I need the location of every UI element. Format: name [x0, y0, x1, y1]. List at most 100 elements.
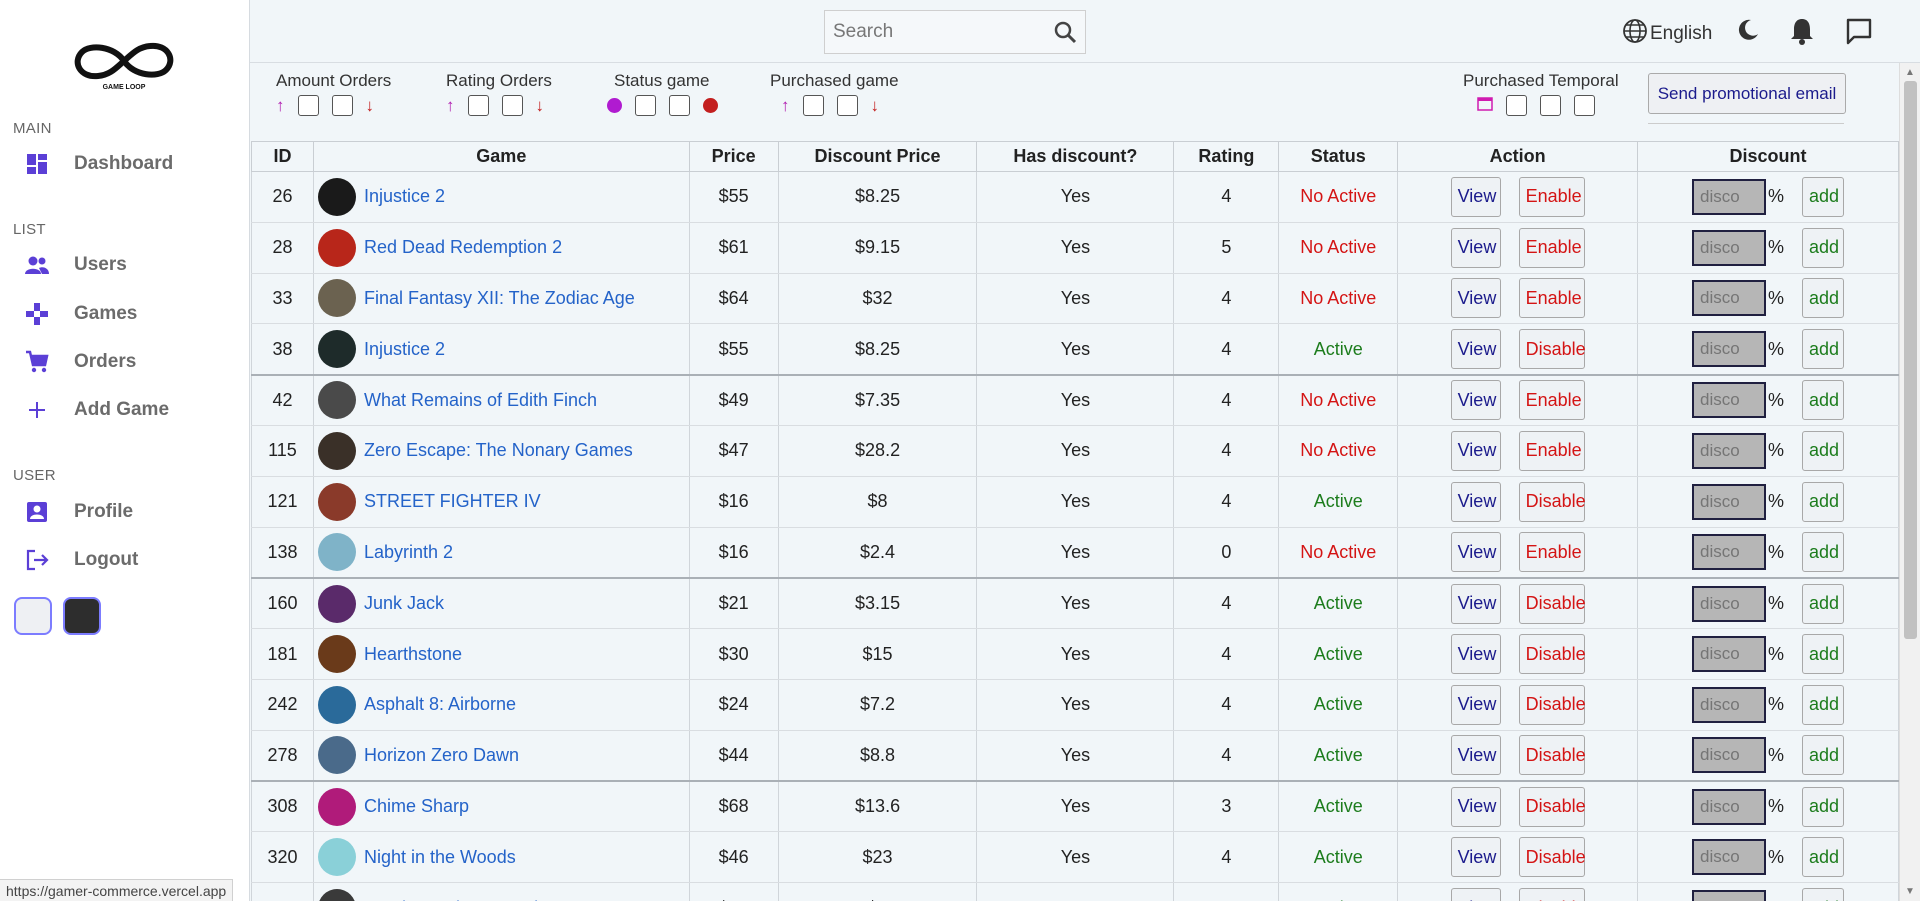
- discount-input[interactable]: [1692, 686, 1767, 723]
- game-link[interactable]: Asphalt 8: Airborne: [364, 694, 516, 715]
- sidebar-item-logout[interactable]: Logout: [24, 540, 138, 580]
- view-button[interactable]: View: [1450, 735, 1501, 776]
- sidebar-item-profile[interactable]: Profile: [24, 492, 133, 532]
- toggle-status-button[interactable]: Disable: [1518, 888, 1586, 901]
- game-link[interactable]: Zero Escape: The Nonary Games: [364, 440, 633, 461]
- add-discount-button[interactable]: add: [1802, 888, 1845, 901]
- send-promotional-email-button[interactable]: Send promotional email: [1648, 73, 1846, 114]
- toggle-status-button[interactable]: Enable: [1518, 380, 1585, 421]
- scroll-thumb[interactable]: [1904, 81, 1917, 639]
- checkbox[interactable]: [1574, 95, 1595, 116]
- discount-input[interactable]: [1692, 839, 1767, 876]
- view-button[interactable]: View: [1450, 583, 1501, 624]
- view-button[interactable]: View: [1450, 278, 1501, 319]
- toggle-status-button[interactable]: Disable: [1518, 786, 1586, 827]
- game-link[interactable]: Hearthstone: [364, 644, 462, 665]
- game-link[interactable]: STREET FIGHTER IV: [364, 491, 541, 512]
- toggle-status-button[interactable]: Disable: [1518, 735, 1586, 776]
- checkbox[interactable]: [669, 95, 690, 116]
- discount-input[interactable]: [1692, 178, 1767, 215]
- add-discount-button[interactable]: add: [1802, 735, 1845, 776]
- scroll-up-icon[interactable]: ▲: [1905, 67, 1915, 78]
- checkbox[interactable]: [802, 95, 824, 116]
- toggle-status-button[interactable]: Enable: [1518, 176, 1585, 217]
- checkbox[interactable]: [501, 95, 523, 116]
- toggle-status-button[interactable]: Disable: [1518, 837, 1586, 878]
- discount-input[interactable]: [1692, 331, 1767, 368]
- add-discount-button[interactable]: add: [1802, 430, 1845, 471]
- search-icon[interactable]: [1053, 20, 1077, 49]
- game-link[interactable]: Injustice 2: [364, 186, 445, 207]
- toggle-status-button[interactable]: Enable: [1518, 227, 1585, 268]
- view-button[interactable]: View: [1450, 430, 1501, 471]
- sidebar-item-orders[interactable]: Orders: [24, 342, 136, 382]
- sort-desc-icon[interactable]: ↓: [871, 96, 880, 116]
- sort-desc-icon[interactable]: ↓: [366, 96, 375, 116]
- view-button[interactable]: View: [1450, 329, 1501, 370]
- sidebar-item-games[interactable]: Games: [24, 294, 137, 334]
- game-link[interactable]: Death Road to Canada: [364, 898, 548, 901]
- checkbox[interactable]: [467, 95, 489, 116]
- game-link[interactable]: Red Dead Redemption 2: [364, 237, 562, 258]
- sidebar-item-users[interactable]: Users: [24, 245, 127, 285]
- view-button[interactable]: View: [1450, 837, 1501, 878]
- toggle-status-button[interactable]: Disable: [1518, 583, 1586, 624]
- discount-input[interactable]: [1692, 890, 1767, 901]
- discount-input[interactable]: [1692, 432, 1767, 469]
- discount-input[interactable]: [1692, 382, 1767, 419]
- game-link[interactable]: Final Fantasy XII: The Zodiac Age: [364, 288, 635, 309]
- sort-asc-icon[interactable]: ↑: [276, 96, 285, 116]
- add-discount-button[interactable]: add: [1802, 227, 1845, 268]
- view-button[interactable]: View: [1450, 481, 1501, 522]
- add-discount-button[interactable]: add: [1802, 481, 1845, 522]
- scroll-down-icon[interactable]: ▼: [1905, 886, 1915, 897]
- calendar-icon[interactable]: [1477, 95, 1493, 116]
- sidebar-item-add-game[interactable]: Add Game: [24, 390, 169, 430]
- toggle-status-button[interactable]: Enable: [1518, 278, 1585, 319]
- add-discount-button[interactable]: add: [1802, 786, 1845, 827]
- view-button[interactable]: View: [1450, 684, 1501, 725]
- view-button[interactable]: View: [1450, 634, 1501, 675]
- logo[interactable]: GAME LOOP: [62, 34, 186, 96]
- view-button[interactable]: View: [1450, 176, 1501, 217]
- add-discount-button[interactable]: add: [1802, 583, 1845, 624]
- game-link[interactable]: Labyrinth 2: [364, 542, 453, 563]
- view-button[interactable]: View: [1450, 786, 1501, 827]
- sort-desc-icon[interactable]: ↓: [536, 96, 545, 116]
- add-discount-button[interactable]: add: [1802, 278, 1845, 319]
- inactive-status-dot[interactable]: [703, 98, 718, 113]
- add-discount-button[interactable]: add: [1802, 684, 1845, 725]
- view-button[interactable]: View: [1450, 380, 1501, 421]
- checkbox[interactable]: [1540, 95, 1561, 116]
- add-discount-button[interactable]: add: [1802, 380, 1845, 421]
- add-discount-button[interactable]: add: [1802, 329, 1845, 370]
- checkbox[interactable]: [635, 95, 656, 116]
- view-button[interactable]: View: [1450, 532, 1501, 573]
- search-input[interactable]: [833, 21, 1043, 43]
- dark-theme-button[interactable]: [63, 597, 101, 635]
- game-link[interactable]: Horizon Zero Dawn: [364, 745, 519, 766]
- add-discount-button[interactable]: add: [1802, 532, 1845, 573]
- checkbox[interactable]: [331, 95, 353, 116]
- game-link[interactable]: Injustice 2: [364, 339, 445, 360]
- chat-icon[interactable]: [1845, 17, 1873, 50]
- view-button[interactable]: View: [1450, 888, 1501, 901]
- toggle-status-button[interactable]: Enable: [1518, 532, 1585, 573]
- view-button[interactable]: View: [1450, 227, 1501, 268]
- scrollbar[interactable]: ▲ ▼: [1899, 63, 1920, 901]
- sort-asc-icon[interactable]: ↑: [446, 96, 455, 116]
- game-link[interactable]: Junk Jack: [364, 593, 444, 614]
- toggle-status-button[interactable]: Disable: [1518, 481, 1586, 522]
- game-link[interactable]: Chime Sharp: [364, 796, 469, 817]
- active-status-dot[interactable]: [607, 98, 622, 113]
- checkbox[interactable]: [836, 95, 858, 116]
- toggle-status-button[interactable]: Disable: [1518, 684, 1586, 725]
- discount-input[interactable]: [1692, 534, 1767, 571]
- discount-input[interactable]: [1692, 788, 1767, 825]
- add-discount-button[interactable]: add: [1802, 176, 1845, 217]
- sort-asc-icon[interactable]: ↑: [781, 96, 790, 116]
- discount-input[interactable]: [1692, 280, 1767, 317]
- discount-input[interactable]: [1692, 737, 1767, 774]
- light-theme-button[interactable]: [14, 597, 52, 635]
- bell-icon[interactable]: [1790, 17, 1814, 50]
